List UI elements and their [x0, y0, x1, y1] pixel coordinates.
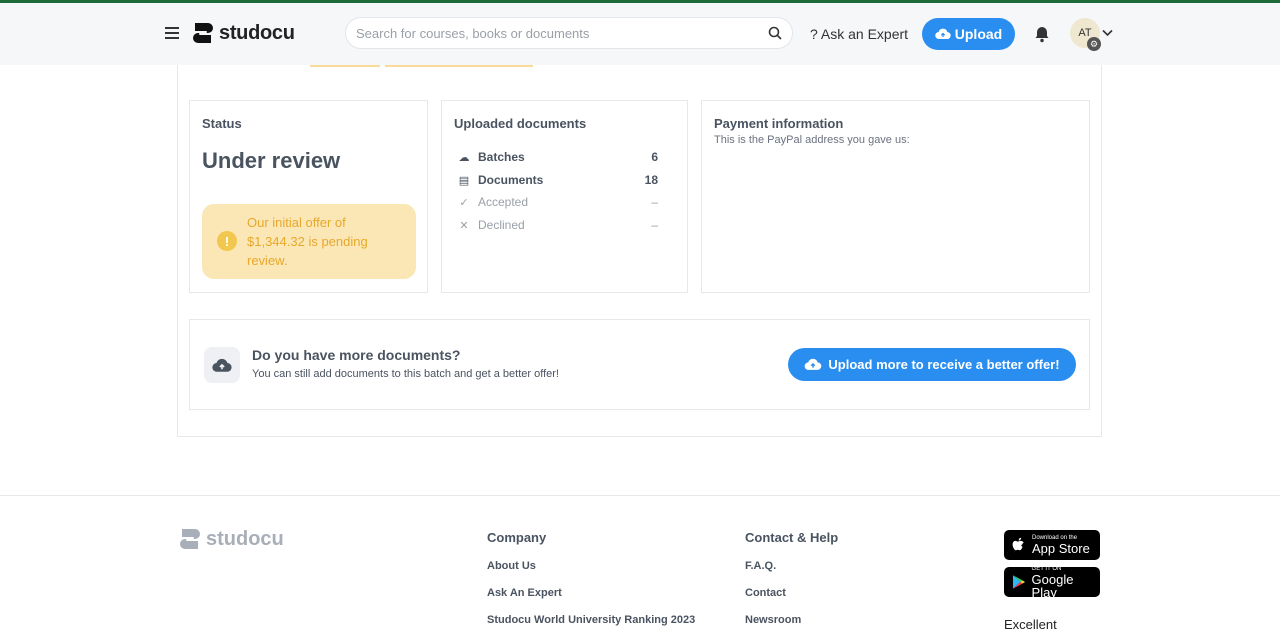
- uploaded-documents-title: Uploaded documents: [454, 116, 587, 131]
- more-documents-title: Do you have more documents?: [252, 347, 461, 363]
- cloud-upload-icon: [805, 358, 822, 370]
- google-play-badge[interactable]: GET IT ON Google Play: [1004, 566, 1100, 599]
- upload-more-button[interactable]: Upload more to receive a better offer!: [788, 348, 1076, 381]
- footer-contact-title: Contact & Help: [745, 530, 839, 545]
- app-store-badge[interactable]: Download on the App Store: [1004, 530, 1100, 560]
- stat-label: Batches: [478, 150, 525, 164]
- cloud-upload-icon: [935, 28, 951, 40]
- footer-logo-text: studocu: [206, 527, 284, 550]
- footer-divider: [0, 495, 1280, 496]
- upload-label: Upload: [954, 26, 1003, 42]
- stat-row-accepted: ✓ Accepted –: [456, 193, 666, 211]
- logo-text: studocu: [219, 21, 295, 44]
- payment-title: Payment information: [714, 116, 844, 131]
- payment-information-card: Payment information This is the PayPal a…: [701, 100, 1090, 293]
- settings-gear-icon: ⚙: [1087, 37, 1101, 51]
- chevron-down-icon[interactable]: [1102, 29, 1113, 37]
- bell-icon[interactable]: [1033, 25, 1051, 43]
- studocu-logo-icon: [180, 529, 200, 549]
- uploaded-documents-card: Uploaded documents ☁ Batches 6 ▤ Documen…: [441, 100, 688, 293]
- upload-more-label: Upload more to receive a better offer!: [828, 357, 1060, 372]
- apple-icon: [1012, 537, 1024, 551]
- google-play-text: GET IT ON Google Play: [1032, 566, 1100, 599]
- footer-logo[interactable]: studocu: [178, 527, 284, 551]
- close-icon: ✕: [459, 219, 469, 232]
- document-icon: ▤: [458, 174, 470, 187]
- stat-value: 18: [644, 173, 658, 187]
- status-title: Status: [202, 116, 242, 131]
- stat-row-documents: ▤ Documents 18: [456, 171, 666, 189]
- stat-label: Declined: [478, 218, 525, 232]
- more-documents-subtitle: You can still add documents to this batc…: [252, 368, 559, 380]
- google-play-big: Google Play: [1031, 571, 1074, 600]
- cloud-upload-icon: ☁: [458, 151, 470, 164]
- payment-subtitle: This is the PayPal address you gave us:: [714, 134, 910, 146]
- stat-label: Documents: [478, 173, 544, 187]
- menu-icon[interactable]: [165, 27, 179, 39]
- more-documents-card: Do you have more documents? You can stil…: [189, 319, 1090, 410]
- studocu-logo[interactable]: studocu: [191, 21, 295, 45]
- footer-link[interactable]: Newsroom: [745, 614, 801, 626]
- footer-link[interactable]: About Us: [487, 560, 536, 572]
- studocu-logo-icon: [193, 23, 213, 43]
- upload-button[interactable]: Upload: [922, 18, 1015, 50]
- warning-icon: !: [217, 231, 237, 251]
- footer-link[interactable]: Studocu World University Ranking 2023: [487, 614, 695, 626]
- search-bar[interactable]: [345, 17, 793, 49]
- stat-value: –: [651, 195, 658, 209]
- stat-label: Accepted: [478, 195, 529, 209]
- stat-row-declined: ✕ Declined –: [456, 216, 666, 234]
- cloud-upload-icon: [204, 347, 240, 383]
- status-value: Under review: [202, 148, 341, 173]
- footer-link[interactable]: F.A.Q.: [745, 560, 776, 572]
- search-input[interactable]: [356, 25, 768, 41]
- stat-value: 6: [651, 150, 658, 164]
- check-icon: ✓: [459, 196, 469, 209]
- stat-value: –: [651, 218, 658, 232]
- app-store-big: App Store: [1032, 541, 1090, 556]
- top-header: studocu ? Ask an Expert Upload AT ⚙: [0, 3, 1280, 65]
- footer-link[interactable]: Ask An Expert: [487, 587, 562, 599]
- rating-label: Excellent: [1004, 617, 1057, 632]
- offer-notice: ! Our initial offer of $1,344.32 is pend…: [202, 204, 416, 279]
- footer-company-title: Company: [487, 530, 547, 545]
- footer-link[interactable]: Contact: [745, 587, 786, 599]
- status-card: Status Under review ! Our initial offer …: [189, 100, 428, 293]
- google-play-icon: [1012, 575, 1026, 589]
- stat-row-batches: ☁ Batches 6: [456, 148, 666, 166]
- offer-notice-text: Our initial offer of $1,344.32 is pendin…: [247, 215, 368, 268]
- app-store-text: Download on the App Store: [1032, 535, 1090, 555]
- search-icon[interactable]: [768, 26, 782, 40]
- ask-expert-link[interactable]: ? Ask an Expert: [810, 26, 908, 42]
